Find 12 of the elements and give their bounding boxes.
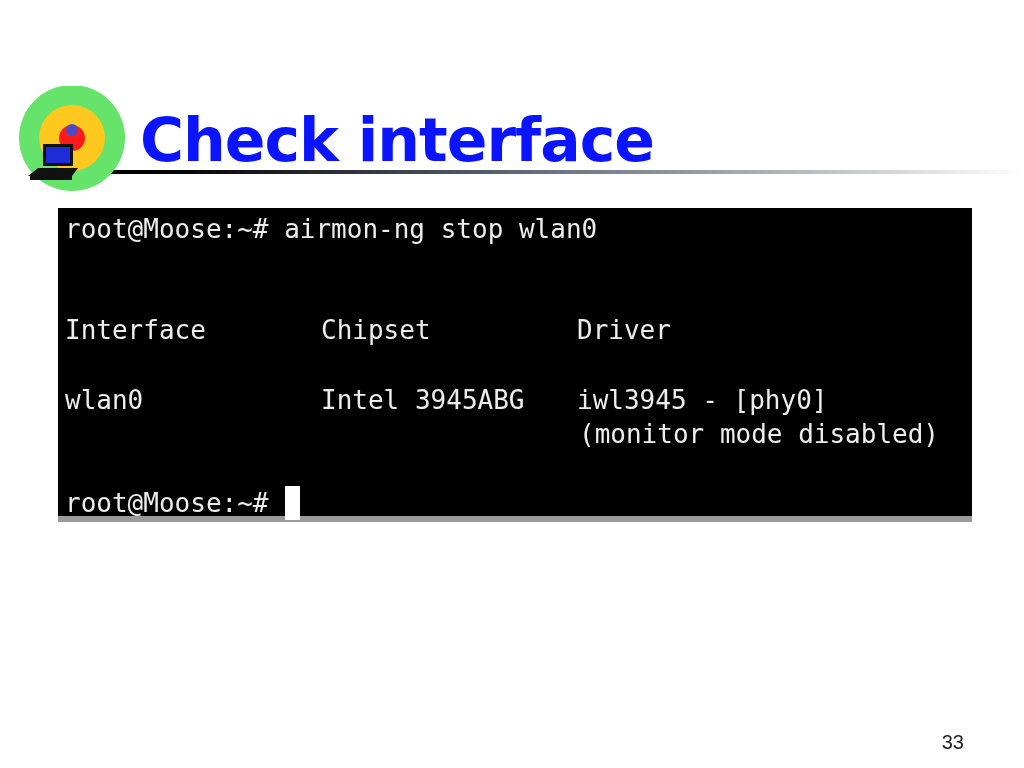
table-cell-text: Intel 3945ABG — [321, 384, 525, 417]
command-line: root@Moose:~# airmon-ng stop wlan0 — [65, 213, 598, 246]
shell-prompt: root@Moose:~# — [65, 487, 269, 520]
table-cell-text: wlan0 — [65, 384, 144, 417]
table-cell-text: iwl3945 - [phy0] — [577, 384, 828, 417]
page-number: 33 — [941, 730, 964, 754]
status-note: (monitor mode disabled) — [579, 418, 940, 451]
laptop-target-icon — [16, 86, 128, 194]
column-header: Chipset — [321, 314, 431, 347]
column-header: Driver — [577, 314, 671, 347]
slide-title: Check interface — [140, 110, 654, 170]
column-header: Interface — [65, 314, 206, 347]
